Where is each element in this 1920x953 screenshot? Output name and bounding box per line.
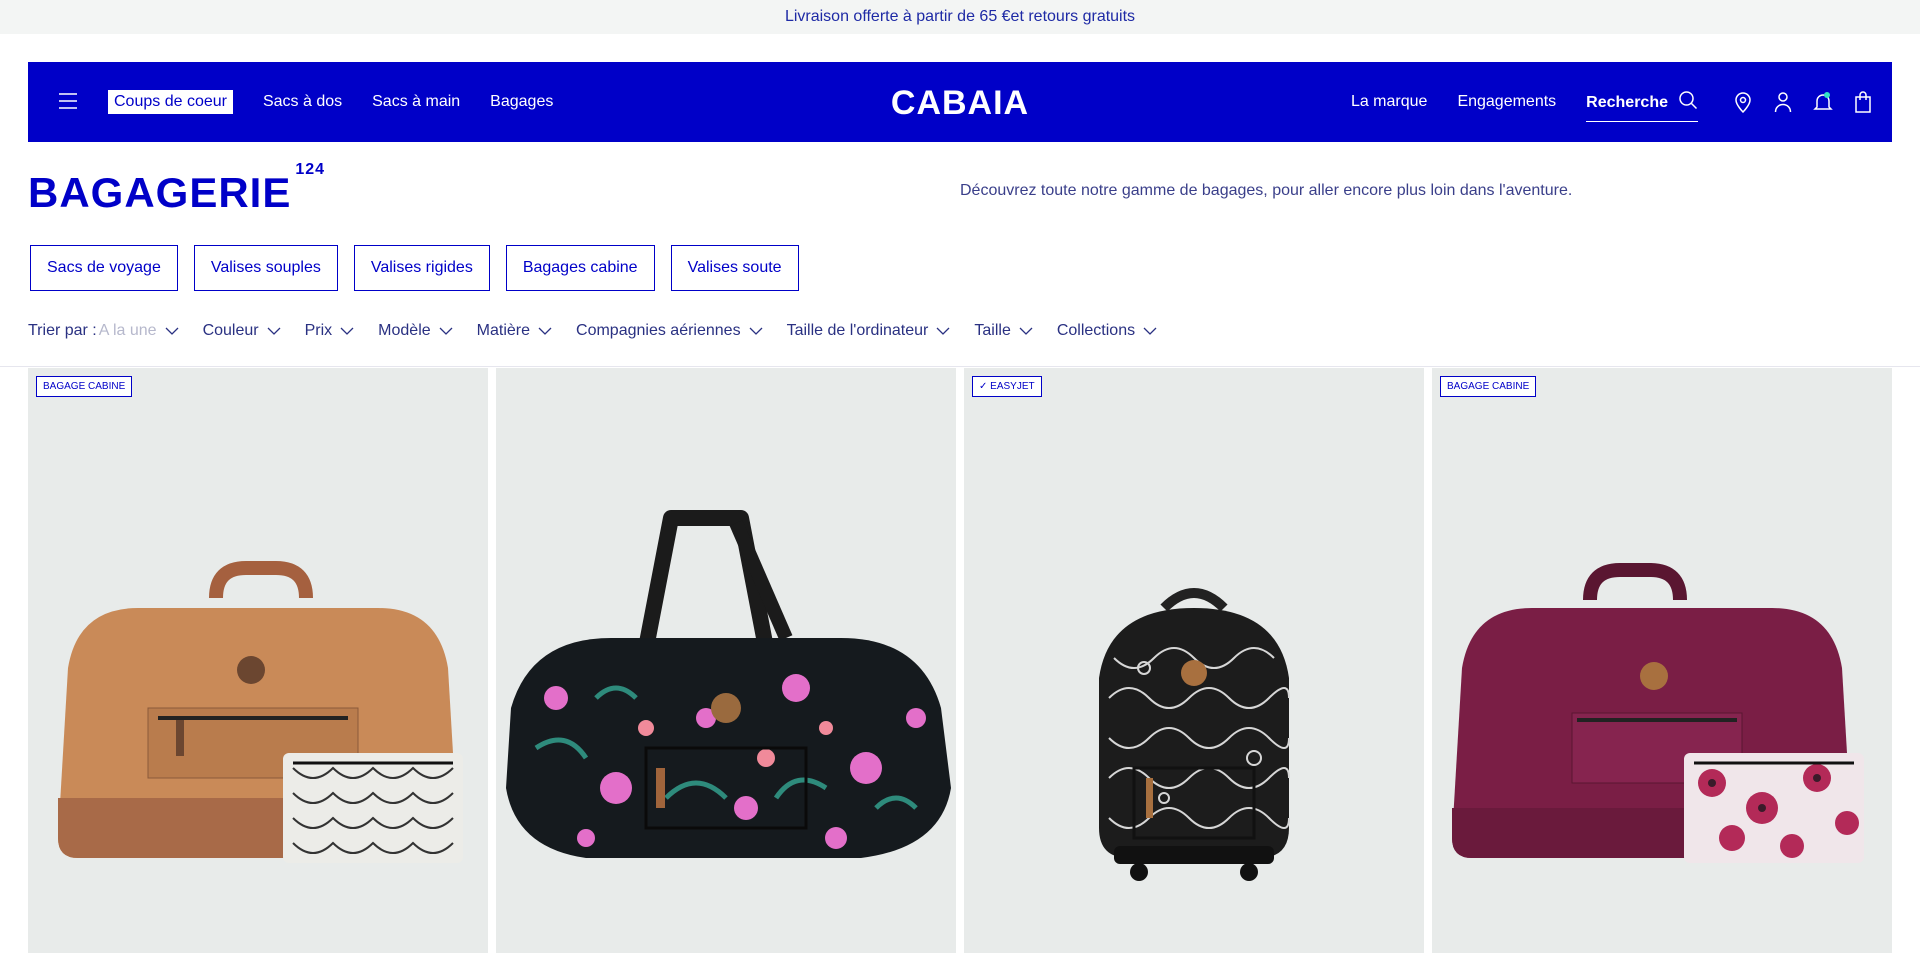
store-locator-icon[interactable] <box>1732 91 1754 113</box>
category-valises-rigides[interactable]: Valises rigides <box>353 245 490 291</box>
page-title-text: BAGAGERIE <box>28 169 292 216</box>
main-navigation: Coups de coeur Sacs à dos Sacs à main Ba… <box>28 62 1892 142</box>
page-title: BAGAGERIE 124 <box>28 162 325 216</box>
search-trigger[interactable]: Recherche <box>1586 90 1698 122</box>
filter-couleur[interactable]: Couleur <box>203 322 281 340</box>
product-image-burgundy-duffel <box>1452 563 1864 863</box>
filter-label: Modèle <box>378 322 431 339</box>
filter-bar: Trier par : A la une Couleur Prix Modèle… <box>28 322 1181 340</box>
account-icon[interactable] <box>1772 91 1794 113</box>
chevron-down-icon <box>936 322 950 340</box>
promo-text: Livraison offerte à partir de 65 €et ret… <box>784 8 1136 25</box>
search-label: Recherche <box>1586 93 1668 111</box>
chevron-down-icon <box>1143 322 1157 340</box>
chevron-down-icon <box>1019 322 1033 340</box>
nav-link-sacs-a-dos[interactable]: Sacs à dos <box>263 93 342 111</box>
filter-modele[interactable]: Modèle <box>378 322 453 340</box>
sort-dropdown[interactable]: Trier par : A la une <box>28 322 179 340</box>
product-badge: BAGAGE CABINE <box>1440 376 1537 397</box>
nav-link-sacs-a-main[interactable]: Sacs à main <box>372 93 460 111</box>
filter-label: Compagnies aériennes <box>576 322 741 339</box>
category-sacs-de-voyage[interactable]: Sacs de voyage <box>30 245 178 291</box>
page-description: Découvrez toute notre gamme de bagages, … <box>960 182 1573 199</box>
filter-compagnies-aeriennes[interactable]: Compagnies aériennes <box>576 322 763 340</box>
chevron-down-icon <box>165 322 179 340</box>
chevron-down-icon <box>267 322 281 340</box>
filter-matiere[interactable]: Matière <box>477 322 552 340</box>
filter-label: Couleur <box>202 322 259 339</box>
product-badge: BAGAGE CABINE <box>36 376 133 397</box>
filter-label: Matière <box>476 322 531 339</box>
chevron-down-icon <box>340 322 354 340</box>
menu-icon[interactable] <box>56 89 80 113</box>
product-card[interactable]: ✓ EASYJET <box>964 368 1424 953</box>
promo-bar: Livraison offerte à partir de 65 €et ret… <box>0 0 1920 34</box>
brand-logo[interactable]: CABAIA <box>891 84 1029 123</box>
product-grid: BAGAGE CABINE ✓ EASYJET BAGAGE CABINE <box>28 368 1892 953</box>
product-card[interactable] <box>496 368 956 953</box>
category-buttons: Sacs de voyage Valises souples Valises r… <box>30 245 799 291</box>
chevron-down-icon <box>749 322 763 340</box>
nav-link-engagements[interactable]: Engagements <box>1457 93 1556 111</box>
filter-taille-ordinateur[interactable]: Taille de l'ordinateur <box>787 322 951 340</box>
notification-bell-icon[interactable] <box>1812 91 1834 113</box>
chevron-down-icon <box>439 322 453 340</box>
nav-link-la-marque[interactable]: La marque <box>1351 93 1428 111</box>
search-icon <box>1678 90 1698 115</box>
category-valises-souples[interactable]: Valises souples <box>193 245 338 291</box>
nav-link-coups-de-coeur[interactable]: Coups de coeur <box>108 90 233 114</box>
filter-prix[interactable]: Prix <box>305 322 355 340</box>
product-card[interactable]: BAGAGE CABINE <box>1432 368 1892 953</box>
product-count: 124 <box>295 161 326 178</box>
chevron-down-icon <box>538 322 552 340</box>
category-valises-soute[interactable]: Valises soute <box>670 245 799 291</box>
sort-label: Trier par : <box>28 322 97 339</box>
category-bagages-cabine[interactable]: Bagages cabine <box>505 245 655 291</box>
cart-icon[interactable] <box>1852 91 1874 113</box>
filter-taille[interactable]: Taille <box>974 322 1033 340</box>
product-image-tan-duffel <box>58 561 463 863</box>
product-image-patterned-backpack <box>1099 588 1290 881</box>
filter-label: Prix <box>304 322 333 339</box>
filter-label: Collections <box>1056 322 1136 339</box>
section-divider <box>0 366 1920 367</box>
product-image-floral-duffel <box>506 510 951 858</box>
product-card[interactable]: BAGAGE CABINE <box>28 368 488 953</box>
filter-label: Taille de l'ordinateur <box>786 322 929 339</box>
nav-link-bagages[interactable]: Bagages <box>490 93 553 111</box>
sort-value: A la une <box>98 322 157 339</box>
filter-label: Taille <box>974 322 1011 339</box>
filter-collections[interactable]: Collections <box>1057 322 1157 340</box>
product-badge: ✓ EASYJET <box>972 376 1042 397</box>
